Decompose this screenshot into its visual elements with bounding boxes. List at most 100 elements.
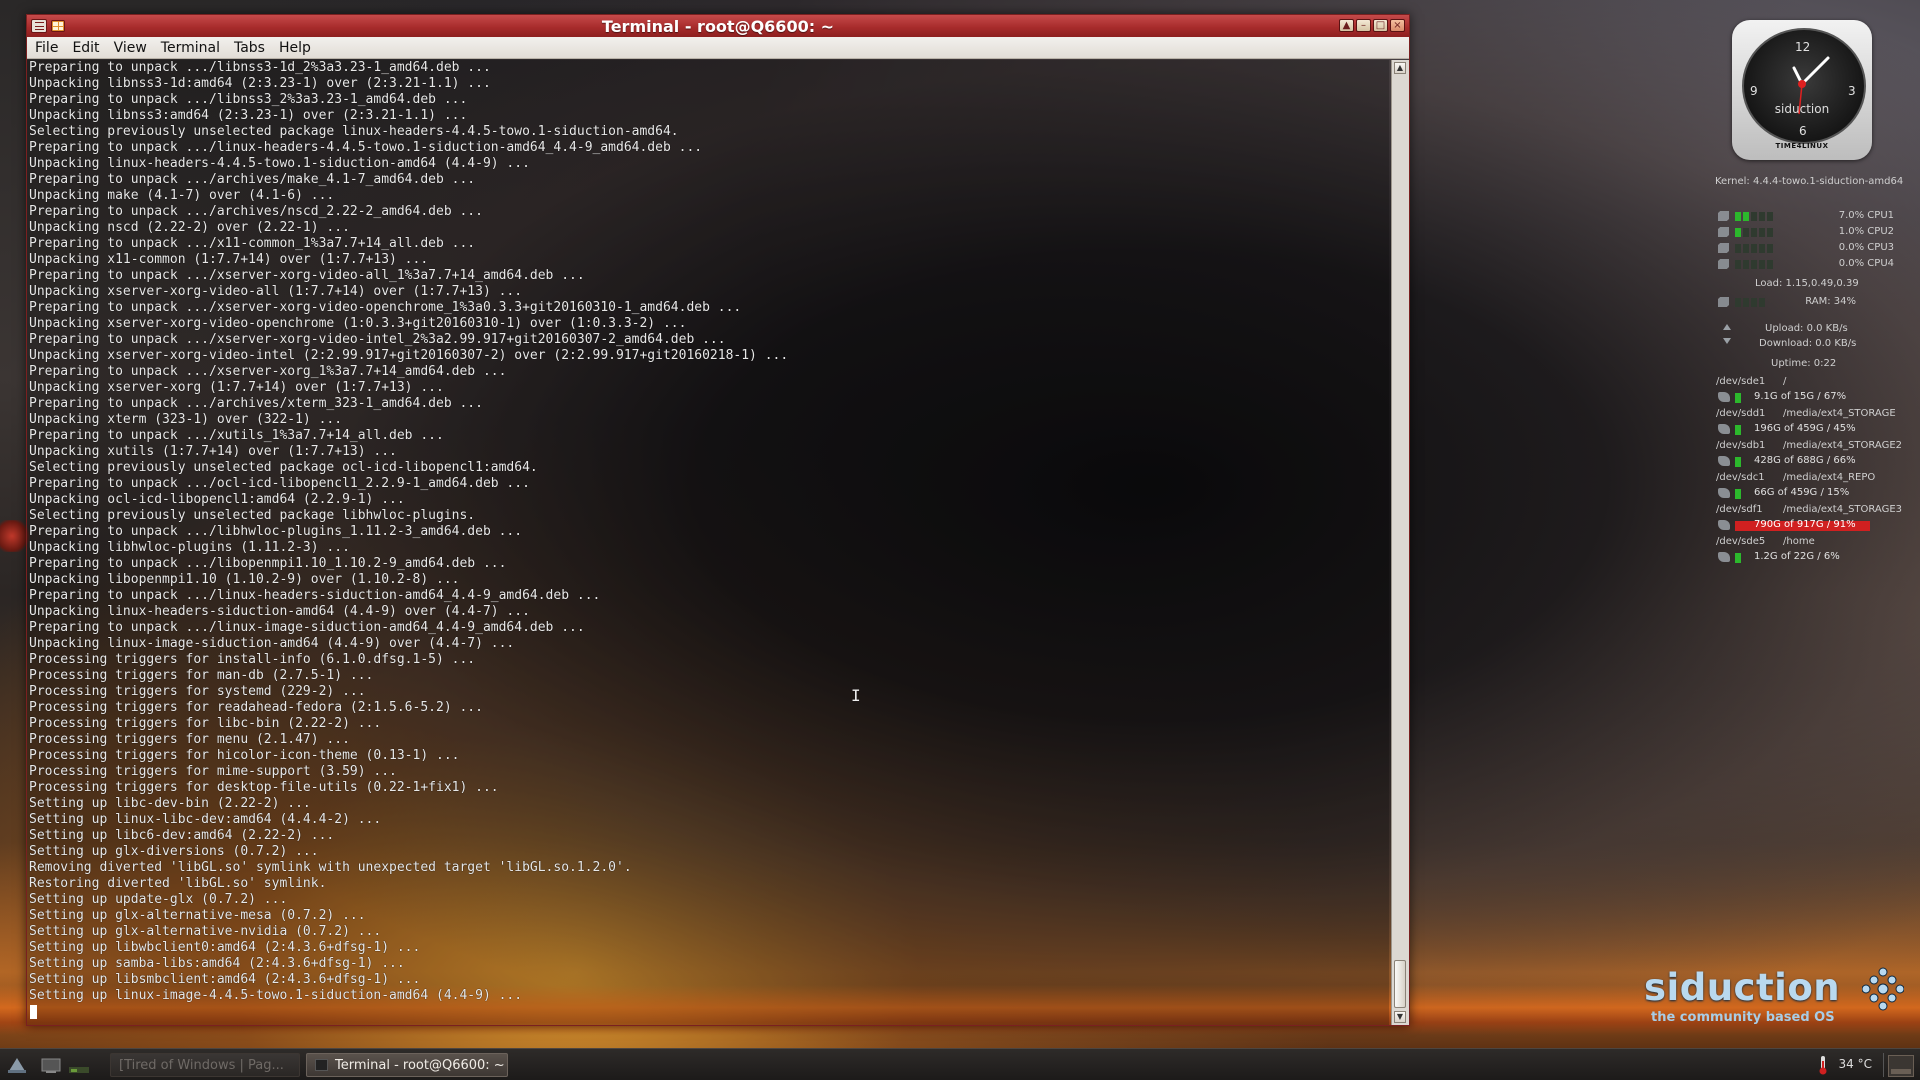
menu-bar: File Edit View Terminal Tabs Help xyxy=(27,37,1409,59)
terminal-line: Preparing to unpack .../archives/xterm_3… xyxy=(29,396,483,411)
terminal-window[interactable]: Terminal - root@Q6600: ~ ▲ – □ × File Ed… xyxy=(26,14,1410,1026)
ram-bar-segment xyxy=(1751,298,1757,307)
task-button-terminal[interactable]: Terminal - root@Q6600: ~ xyxy=(306,1053,508,1077)
ram-bar xyxy=(1735,298,1765,307)
terminal-line: Unpacking xterm (323-1) over (322-1) ... xyxy=(29,412,343,427)
terminal-line: Preparing to unpack .../linux-headers-si… xyxy=(29,588,601,603)
minimize-button[interactable]: – xyxy=(1356,19,1371,32)
siduction-logo: siduction the community based OS xyxy=(1644,966,1904,1028)
thermometer-icon xyxy=(1819,1056,1827,1075)
cpu-row: 0.0% CPU3 xyxy=(1708,242,1908,256)
terminal-line: Unpacking xserver-xorg (1:7.7+14) over (… xyxy=(29,380,444,395)
cpu-row: 0.0% CPU4 xyxy=(1708,258,1908,272)
text-cursor-icon: I xyxy=(851,686,861,705)
terminal-scrollbar[interactable]: ▲ ▼ xyxy=(1391,60,1409,1025)
cpu-bar-segment xyxy=(1759,244,1765,253)
cpu-bar xyxy=(1735,212,1773,221)
disk-device: /dev/sdf1 xyxy=(1716,504,1763,515)
hard-disk-icon xyxy=(1718,552,1730,562)
menu-edit[interactable]: Edit xyxy=(72,40,99,56)
disk-usage-row: 1.2G of 22G / 6% xyxy=(1708,551,1908,565)
disk-usage-row: 428G of 688G / 66% xyxy=(1708,455,1908,469)
menu-tabs[interactable]: Tabs xyxy=(234,40,265,56)
upload-rate: Upload: 0.0 KB/s xyxy=(1765,323,1848,334)
scroll-down-arrow-icon[interactable]: ▼ xyxy=(1394,1011,1406,1023)
scrollbar-thumb[interactable] xyxy=(1394,960,1406,1008)
terminal-line: Preparing to unpack .../xserver-xorg-vid… xyxy=(29,268,585,283)
terminal-line: Unpacking nscd (2.22-2) over (2.22-1) ..… xyxy=(29,220,350,235)
title-bar[interactable]: Terminal - root@Q6600: ~ ▲ – □ × xyxy=(27,15,1409,37)
terminal-line: Preparing to unpack .../x11-common_1%3a7… xyxy=(29,236,476,251)
terminal-line: Unpacking x11-common (1:7.7+14) over (1:… xyxy=(29,252,429,267)
terminal-line: Preparing to unpack .../xserver-xorg-vid… xyxy=(29,332,726,347)
terminal-line: Unpacking xserver-xorg-video-openchrome … xyxy=(29,316,687,331)
terminal-line: Preparing to unpack .../libhwloc-plugins… xyxy=(29,524,523,539)
cpu-value: 0.0% CPU4 xyxy=(1838,258,1894,269)
uptime: Uptime: 0:22 xyxy=(1771,358,1837,369)
task-button-browser[interactable]: [Tired of Windows | Pag... xyxy=(110,1053,300,1077)
cpu-bar-segment xyxy=(1751,244,1757,253)
cpu-value: 0.0% CPU3 xyxy=(1838,242,1894,253)
tray-meter-icon[interactable] xyxy=(1888,1055,1914,1077)
hard-disk-icon xyxy=(1718,392,1730,402)
clock-brand: TIME4LINUX xyxy=(1775,142,1829,150)
disk-mount-point: /media/ext4_REPO xyxy=(1783,472,1876,483)
clock-center-label: siduction xyxy=(1774,102,1830,116)
disk-usage-value: 1.2G of 22G / 6% xyxy=(1754,551,1840,562)
cpu-bar-segment xyxy=(1743,212,1749,221)
disk-usage-value: 9.1G of 15G / 67% xyxy=(1754,391,1847,402)
terminal-cursor xyxy=(30,1005,37,1019)
ram-value: RAM: 34% xyxy=(1805,296,1856,307)
menu-file[interactable]: File xyxy=(35,40,58,56)
terminal-line: Preparing to unpack .../libnss3-1d_2%3a3… xyxy=(29,60,491,75)
disk-usage-value: 196G of 459G / 45% xyxy=(1754,423,1856,434)
app-menu-launcher-icon[interactable] xyxy=(6,1055,28,1075)
cpu-bar-segment xyxy=(1759,228,1765,237)
show-desktop-icon[interactable] xyxy=(40,1055,62,1075)
disk-device: /dev/sdb1 xyxy=(1716,440,1766,451)
disk-usage-value: 790G of 917G / 91% xyxy=(1754,519,1856,530)
terminal-line: Processing triggers for desktop-file-uti… xyxy=(29,780,499,795)
terminal-line: Setting up libc-dev-bin (2.22-2) ... xyxy=(29,796,311,811)
terminal-line: Processing triggers for systemd (229-2) … xyxy=(29,684,366,699)
disk-usage-row: 196G of 459G / 45% xyxy=(1708,423,1908,437)
disk-usage-value: 66G of 459G / 15% xyxy=(1754,487,1850,498)
cpu-temperature: 34 °C xyxy=(1838,1057,1872,1071)
terminal-line: Preparing to unpack .../linux-image-sidu… xyxy=(29,620,585,635)
cpu-bar-segment xyxy=(1735,228,1741,237)
menu-terminal[interactable]: Terminal xyxy=(161,40,220,56)
terminal-output[interactable]: Preparing to unpack .../libnss3-1d_2%3a3… xyxy=(27,60,1389,1025)
terminal-line: Unpacking linux-image-siduction-amd64 (4… xyxy=(29,636,515,651)
terminal-line: Setting up libsmbclient:amd64 (2:4.3.6+d… xyxy=(29,972,421,987)
cpu-chip-icon xyxy=(1718,259,1729,269)
terminal-line: Preparing to unpack .../libopenmpi1.10_1… xyxy=(29,556,507,571)
menu-view[interactable]: View xyxy=(114,40,147,56)
window-menu-icon[interactable] xyxy=(31,19,47,33)
cpu-bar-segment xyxy=(1751,260,1757,269)
close-button[interactable]: × xyxy=(1390,19,1405,32)
terminal-line: Setting up glx-alternative-nvidia (0.7.2… xyxy=(29,924,382,939)
terminal-line: Setting up libwbclient0:amd64 (2:4.3.6+d… xyxy=(29,940,421,955)
cpu-bar-segment xyxy=(1743,244,1749,253)
terminal-line: Preparing to unpack .../xutils_1%3a7.7+1… xyxy=(29,428,444,443)
taskbar: [Tired of Windows | Pag... Terminal - ro… xyxy=(0,1048,1920,1080)
disk-device: /dev/sdd1 xyxy=(1716,408,1766,419)
terminal-line: Processing triggers for menu (2.1.47) ..… xyxy=(29,732,350,747)
disk-mount-point: /media/ext4_STORAGE3 xyxy=(1783,504,1903,515)
task-label-browser: [Tired of Windows | Pag... xyxy=(119,1057,284,1073)
disk-mount-point: /home xyxy=(1783,536,1815,547)
menu-help[interactable]: Help xyxy=(279,40,311,56)
disk-device: /dev/sde5 xyxy=(1716,536,1766,547)
conky-system-monitor: 12 3 6 9 siduction TIME4LINUX Kernel: 4.… xyxy=(1708,18,1908,578)
disk-usage-row: 9.1G of 15G / 67% xyxy=(1708,391,1908,405)
maximize-button[interactable]: □ xyxy=(1373,19,1388,32)
scroll-up-arrow-icon[interactable]: ▲ xyxy=(1394,62,1406,74)
terminal-line: Processing triggers for hicolor-icon-the… xyxy=(29,748,460,763)
hard-disk-icon xyxy=(1718,488,1730,498)
disk-device: /dev/sdc1 xyxy=(1716,472,1765,483)
terminal-line: Selecting previously unselected package … xyxy=(29,460,538,475)
shade-button[interactable]: ▲ xyxy=(1339,19,1354,32)
terminal-line: Processing triggers for man-db (2.7.5-1)… xyxy=(29,668,374,683)
workspace-pager-icon[interactable] xyxy=(68,1055,90,1075)
cpu-bar-segment xyxy=(1735,244,1741,253)
